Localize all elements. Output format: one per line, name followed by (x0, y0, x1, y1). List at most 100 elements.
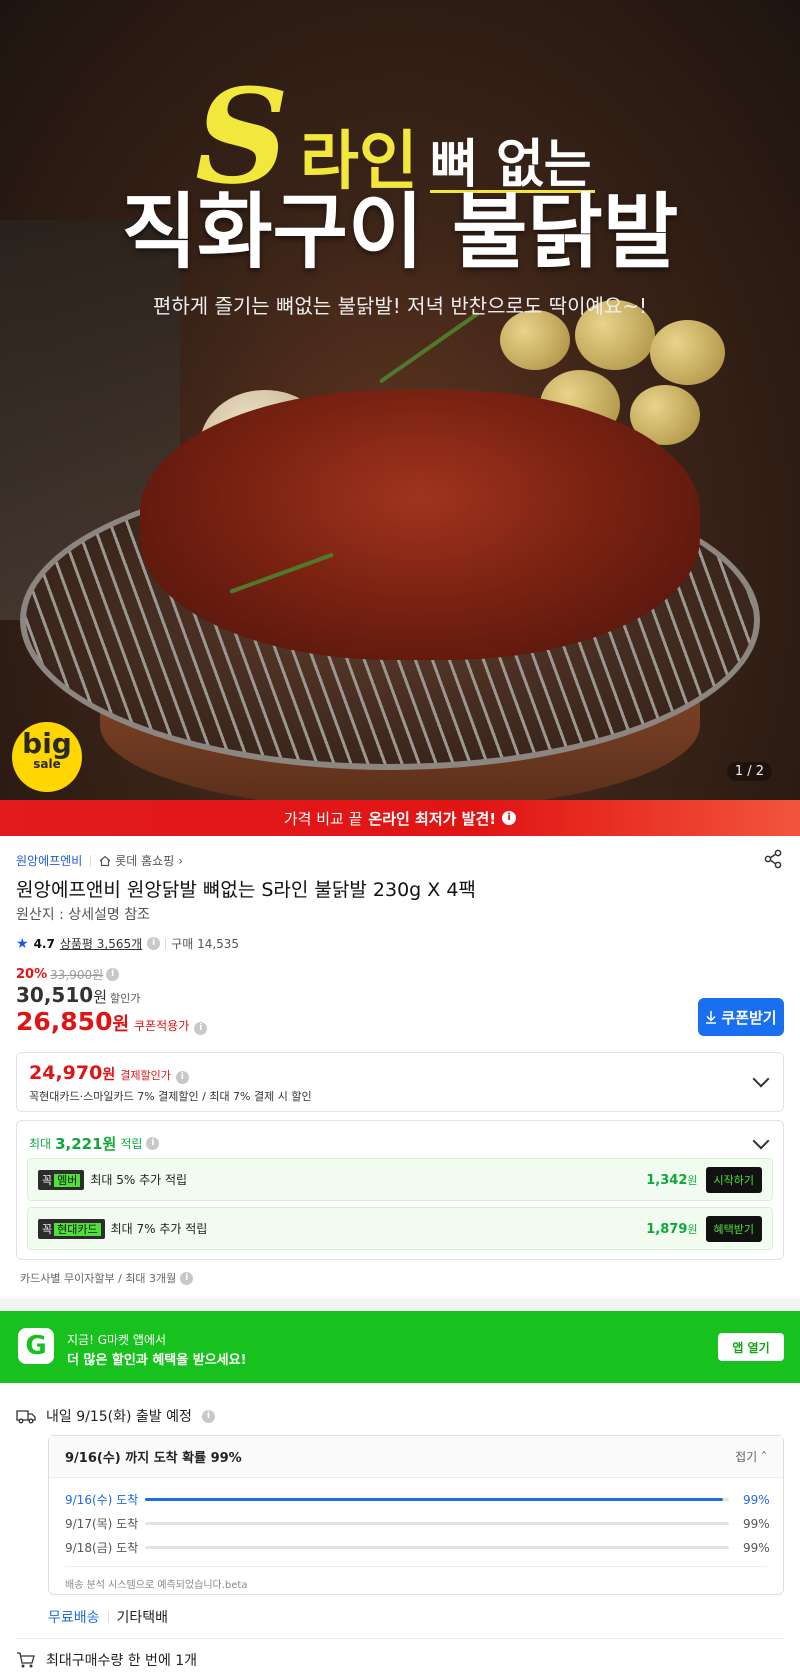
points-amount-value: 1,342 (646, 1172, 688, 1188)
origin-info: 원산지 : 상세설명 참조 (16, 907, 150, 923)
points-suffix: 적립 (120, 1137, 143, 1151)
sale-price-unit: 원 (93, 988, 107, 1006)
divider (16, 1638, 784, 1639)
original-price: 33,900원 (50, 968, 104, 982)
chevron-down-icon[interactable] (752, 1132, 770, 1150)
chicken-feet-dish (140, 390, 700, 660)
shop-link[interactable]: 롯데 홈쇼핑 › (99, 852, 183, 869)
discount-row: 20% 33,900원 i (16, 966, 120, 983)
info-icon[interactable]: i (201, 1409, 215, 1423)
eta-bar (145, 1522, 729, 1525)
points-header: 최대 3,221원 적립 i (29, 1133, 160, 1154)
share-icon[interactable] (762, 848, 784, 870)
coupon-price: 26,850원 쿠폰적용가 i (16, 1007, 208, 1036)
points-amount-unit: 원 (687, 1222, 698, 1236)
eta-date: 9/18(금) 도착 (65, 1541, 139, 1555)
payment-discount-box[interactable]: 24,970원 결제할인가 i 꼭현대카드·스마일카드 7% 결제할인 / 최대… (16, 1052, 784, 1112)
fold-label: 접기 (735, 1450, 758, 1464)
badge-text-big: big (22, 727, 72, 760)
lowest-price-banner[interactable]: 가격 비교 끝 온라인 최저가 발견! i (0, 800, 800, 836)
eta-date: 9/17(목) 도착 (65, 1517, 139, 1531)
eta-bar (145, 1498, 729, 1501)
eta-header: 9/16(수) 까지 도착 확률 99% 접기 ˄ (49, 1436, 783, 1478)
payment-price-value: 24,970 (29, 1062, 103, 1084)
fold-button[interactable]: 접기 ˄ (735, 1448, 767, 1465)
installment-info: 카드사별 무이자할부 / 최대 3개월 i (20, 1270, 194, 1286)
get-coupon-button[interactable]: 쿠폰받기 (698, 998, 784, 1036)
coupon-price-unit: 원 (112, 1014, 130, 1035)
eta-percent: 99% (743, 1540, 770, 1555)
sale-price: 30,510원 할인가 (16, 983, 140, 1007)
section-divider (0, 1298, 800, 1310)
star-icon: ★ (16, 935, 29, 952)
departure-row: 내일 9/15(화) 출발 예정 i (16, 1406, 215, 1426)
badge-highlight: 멤버 (54, 1173, 81, 1187)
coupon-price-tag: 쿠폰적용가 (134, 1019, 190, 1033)
payment-description: 꼭현대카드·스마일카드 7% 결제할인 / 최대 7% 결제 시 할인 (29, 1090, 312, 1103)
eta-date: 9/16(수) 도착 (65, 1493, 139, 1507)
info-icon[interactable]: i (146, 1137, 160, 1150)
app-promo-banner: G 지금! G마켓 앱에서 더 많은 할인과 혜택을 받으세요! 앱 열기 (0, 1311, 800, 1383)
eta-row: 9/18(금) 도착 99% (65, 1539, 770, 1556)
free-shipping: 무료배송 (48, 1610, 100, 1626)
eta-title: 9/16(수) 까지 도착 확률 99% (65, 1451, 242, 1466)
max-quantity-row: 최대구매수량 한 번에 1개 (16, 1650, 197, 1670)
eta-percent: 99% (743, 1492, 770, 1507)
divider (90, 854, 92, 867)
seller-link[interactable]: 원앙에프엔비 (16, 852, 82, 869)
payment-price: 24,970원 결제할인가 i (29, 1062, 189, 1084)
badge-prefix: 꼭 (42, 1222, 53, 1236)
info-icon[interactable]: i (180, 1271, 194, 1285)
points-amount-unit: 원 (687, 1173, 698, 1187)
badge-highlight: 현대카드 (54, 1222, 101, 1236)
eta-note: 배송 분석 시스템으로 예측되었습니다.beta (65, 1580, 248, 1591)
seller-row: 원앙에프엔비 롯데 홈쇼핑 › (16, 852, 183, 869)
chevron-up-icon: ˄ (761, 1450, 767, 1464)
payment-price-unit: 원 (102, 1067, 116, 1083)
home-icon (99, 855, 111, 866)
points-row-member: 꼭 멤버 최대 5% 추가 적립 1,342원 시작하기 (27, 1158, 773, 1201)
chevron-right-icon: › (178, 853, 184, 868)
hero-subtitle: 편하게 즐기는 뼈없는 불닭발! 저녁 반찬으로도 딱이예요~! (152, 294, 648, 318)
member-badge: 꼭 멤버 (38, 1169, 85, 1190)
reviews-link[interactable]: 상품평 3,565개 (60, 935, 142, 952)
chevron-down-icon[interactable] (752, 1070, 770, 1088)
points-row-text: 최대 7% 추가 적립 (110, 1222, 208, 1236)
points-row-card: 꼭 현대카드 최대 7% 추가 적립 1,879원 혜택받기 (27, 1207, 773, 1250)
rating-row: ★ 4.7 상품평 3,565개 i 구매 14,535 (16, 935, 239, 952)
points-prefix: 최대 (29, 1137, 52, 1151)
courier: 기타택배 (116, 1610, 169, 1626)
info-icon[interactable]: i (194, 1022, 208, 1035)
points-amount-value: 1,879 (646, 1221, 688, 1237)
max-quantity-text: 최대구매수량 한 번에 1개 (46, 1653, 198, 1669)
sale-price-tag: 할인가 (110, 992, 141, 1005)
shipping-methods: 무료배송 기타택배 (48, 1607, 168, 1627)
eta-row: 9/17(목) 도착 99% (65, 1515, 770, 1532)
eta-bar (145, 1546, 729, 1549)
banner-prefix: 가격 비교 끝 (283, 809, 363, 828)
sale-price-value: 30,510 (16, 983, 94, 1007)
departure-text: 내일 9/15(화) 출발 예정 (46, 1409, 192, 1425)
installment-text: 카드사별 무이자할부 / 최대 3개월 (20, 1272, 177, 1285)
purchase-count: 구매 14,535 (171, 937, 240, 951)
points-row-amount: 1,879원 (646, 1221, 697, 1237)
gmarket-logo-icon: G (18, 1328, 54, 1364)
points-amount: 3,221원 (55, 1135, 117, 1153)
info-icon[interactable]: i (106, 968, 120, 981)
app-promo-line2: 더 많은 할인과 혜택을 받으세요! (67, 1353, 247, 1368)
download-icon (706, 1011, 717, 1024)
divider (165, 937, 167, 950)
info-icon[interactable]: i (175, 1071, 189, 1084)
start-button[interactable]: 시작하기 (705, 1166, 762, 1193)
rating-score: 4.7 (33, 936, 55, 951)
eta-bar-fill (145, 1498, 724, 1501)
points-row-amount: 1,342원 (646, 1172, 697, 1188)
get-benefit-button[interactable]: 혜택받기 (705, 1215, 762, 1242)
info-icon[interactable]: i (502, 811, 517, 825)
card-badge: 꼭 현대카드 (38, 1218, 105, 1239)
product-image-carousel[interactable]: S 라인 뼈 없는 직화구이 불닭발 편하게 즐기는 뼈없는 불닭발! 저녁 반… (0, 0, 800, 800)
open-app-button[interactable]: 앱 열기 (718, 1333, 784, 1361)
info-icon[interactable]: i (147, 937, 161, 950)
badge-prefix: 꼭 (42, 1173, 53, 1187)
rosemary-sprig (378, 311, 480, 384)
